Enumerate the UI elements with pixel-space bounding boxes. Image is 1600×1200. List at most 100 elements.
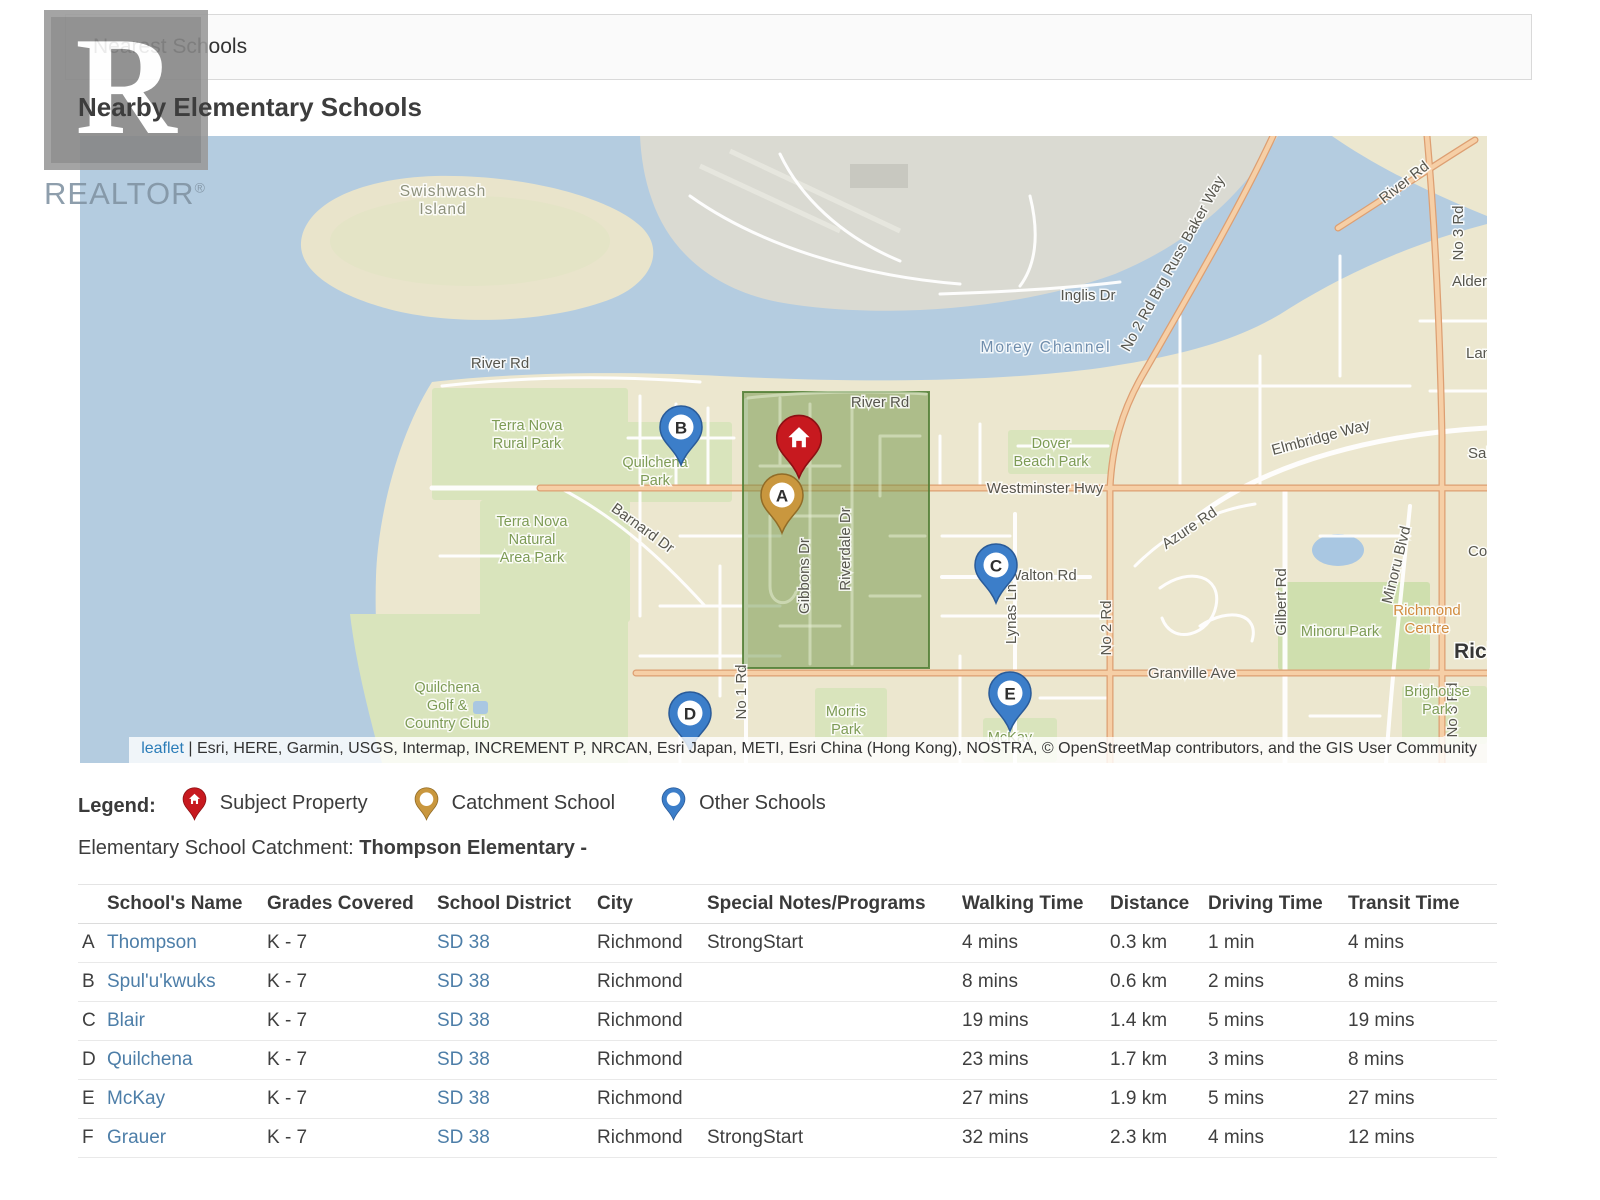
driving-cell: 3 mins <box>1208 1041 1348 1080</box>
legend-title: Legend: <box>78 795 156 818</box>
table-header-row: School's Name Grades Covered School Dist… <box>78 885 1497 924</box>
district-link-cell: SD 38 <box>437 924 597 963</box>
map-label: Richmond <box>1454 640 1487 663</box>
row-letter: E <box>78 1080 107 1119</box>
driving-cell: 4 mins <box>1208 1119 1348 1158</box>
map-label: Westminster Hwy <box>987 480 1104 497</box>
row-letter: C <box>78 1002 107 1041</box>
schools-map[interactable]: River Rd River Rd Inglis Dr Westminster Hwy… <box>80 136 1487 763</box>
school-name-link[interactable]: Blair <box>107 1010 145 1031</box>
map-label: No 1 Rd <box>733 664 750 719</box>
table-row: FGrauerK - 7SD 38RichmondStrongStart32 m… <box>78 1119 1497 1158</box>
district-link-cell: SD 38 <box>437 1002 597 1041</box>
map-label: Gibbons Dr <box>796 538 813 614</box>
map-label: River Rd <box>471 355 529 372</box>
attribution-text: | Esri, HERE, Garmin, USGS, Intermap, IN… <box>188 740 1477 757</box>
transit-cell: 27 mins <box>1348 1080 1497 1119</box>
realtor-logo-letter: R <box>75 17 176 157</box>
legend-label: Subject Property <box>220 792 368 815</box>
district-link[interactable]: SD 38 <box>437 971 490 992</box>
map-label: Lansdowne Rd <box>1466 345 1487 362</box>
distance-cell: 0.6 km <box>1110 963 1208 1002</box>
transit-cell: 8 mins <box>1348 1041 1497 1080</box>
map-label: No 3 Rd <box>1450 205 1467 260</box>
realtor-logo-icon: R <box>44 10 208 170</box>
marker-letter: C <box>990 557 1002 576</box>
schools-table: School's Name Grades Covered School Dist… <box>78 884 1497 1158</box>
transit-cell: 19 mins <box>1348 1002 1497 1041</box>
school-name-link-cell: McKay <box>107 1080 267 1119</box>
legend: Legend: Subject Property Catchment School… <box>78 785 872 827</box>
distance-cell: 1.9 km <box>1110 1080 1208 1119</box>
col-letter <box>78 885 107 924</box>
walking-cell: 8 mins <box>962 963 1110 1002</box>
school-name-link-cell: Blair <box>107 1002 267 1041</box>
grades-cell: K - 7 <box>267 1041 437 1080</box>
school-name-link[interactable]: Spul'u'kwuks <box>107 971 216 992</box>
walking-cell: 4 mins <box>962 924 1110 963</box>
city-cell: Richmond <box>597 1119 707 1158</box>
legend-item-catchment: Catchment School <box>414 786 615 821</box>
map-label: Morey Channel <box>980 339 1111 356</box>
school-name-link-cell: Quilchena <box>107 1041 267 1080</box>
marker-letter: B <box>675 419 687 438</box>
grades-cell: K - 7 <box>267 1119 437 1158</box>
district-link[interactable]: SD 38 <box>437 1010 490 1031</box>
other-pin-icon <box>661 786 686 821</box>
map-label: Cook Rd <box>1468 543 1487 560</box>
legend-label: Catchment School <box>452 792 615 815</box>
map-label: Walton Rd <box>1007 567 1076 584</box>
table-row: EMcKayK - 7SD 38Richmond27 mins1.9 km5 m… <box>78 1080 1497 1119</box>
city-cell: Richmond <box>597 1080 707 1119</box>
section-header: Nearest Schools <box>65 14 1532 80</box>
leaflet-link[interactable]: leaflet <box>141 740 184 757</box>
district-link[interactable]: SD 38 <box>437 932 490 953</box>
subject-pin-icon <box>182 786 207 821</box>
grades-cell: K - 7 <box>267 924 437 963</box>
marker-letter: D <box>684 705 696 724</box>
table-row: CBlairK - 7SD 38Richmond19 mins1.4 km5 m… <box>78 1002 1497 1041</box>
catchment-school-name: Thompson Elementary - <box>359 837 587 859</box>
map-label: Inglis Dr <box>1060 287 1115 304</box>
map-label: Alderbridge Way <box>1452 273 1487 290</box>
map-canvas: River Rd River Rd Inglis Dr Westminster Hwy… <box>80 136 1487 763</box>
city-cell: Richmond <box>597 924 707 963</box>
school-name-link[interactable]: Grauer <box>107 1127 166 1148</box>
school-name-link[interactable]: Quilchena <box>107 1049 193 1070</box>
row-letter: A <box>78 924 107 963</box>
col-grades: Grades Covered <box>267 885 437 924</box>
city-cell: Richmond <box>597 1002 707 1041</box>
map-label: River Rd <box>851 394 909 411</box>
col-driving: Driving Time <box>1208 885 1348 924</box>
distance-cell: 1.7 km <box>1110 1041 1208 1080</box>
page-title: Nearby Elementary Schools <box>78 92 422 123</box>
notes-cell: StrongStart <box>707 1119 962 1158</box>
row-letter: B <box>78 963 107 1002</box>
row-letter: D <box>78 1041 107 1080</box>
school-name-link[interactable]: McKay <box>107 1088 165 1109</box>
table-row: BSpul'u'kwuksK - 7SD 38Richmond8 mins0.6… <box>78 963 1497 1002</box>
district-link[interactable]: SD 38 <box>437 1049 490 1070</box>
district-link[interactable]: SD 38 <box>437 1127 490 1148</box>
transit-cell: 4 mins <box>1348 924 1497 963</box>
table-row: DQuilchenaK - 7SD 38Richmond23 mins1.7 k… <box>78 1041 1497 1080</box>
school-name-link[interactable]: Thompson <box>107 932 197 953</box>
notes-cell <box>707 1041 962 1080</box>
map-label: Lynas Ln <box>1003 584 1020 644</box>
table-row: AThompsonK - 7SD 38RichmondStrongStart4 … <box>78 924 1497 963</box>
distance-cell: 2.3 km <box>1110 1119 1208 1158</box>
col-notes: Special Notes/Programs <box>707 885 962 924</box>
notes-cell: StrongStart <box>707 924 962 963</box>
driving-cell: 5 mins <box>1208 1080 1348 1119</box>
col-transit: Transit Time <box>1348 885 1497 924</box>
district-link-cell: SD 38 <box>437 1041 597 1080</box>
catchment-prefix: Elementary School Catchment: <box>78 837 359 859</box>
page: { "header": { "tab_label": "Nearest Scho… <box>0 0 1600 1200</box>
driving-cell: 2 mins <box>1208 963 1348 1002</box>
col-walking: Walking Time <box>962 885 1110 924</box>
transit-cell: 8 mins <box>1348 963 1497 1002</box>
walking-cell: 32 mins <box>962 1119 1110 1158</box>
city-cell: Richmond <box>597 1041 707 1080</box>
map-label: Minoru Park <box>1301 624 1380 640</box>
district-link[interactable]: SD 38 <box>437 1088 490 1109</box>
